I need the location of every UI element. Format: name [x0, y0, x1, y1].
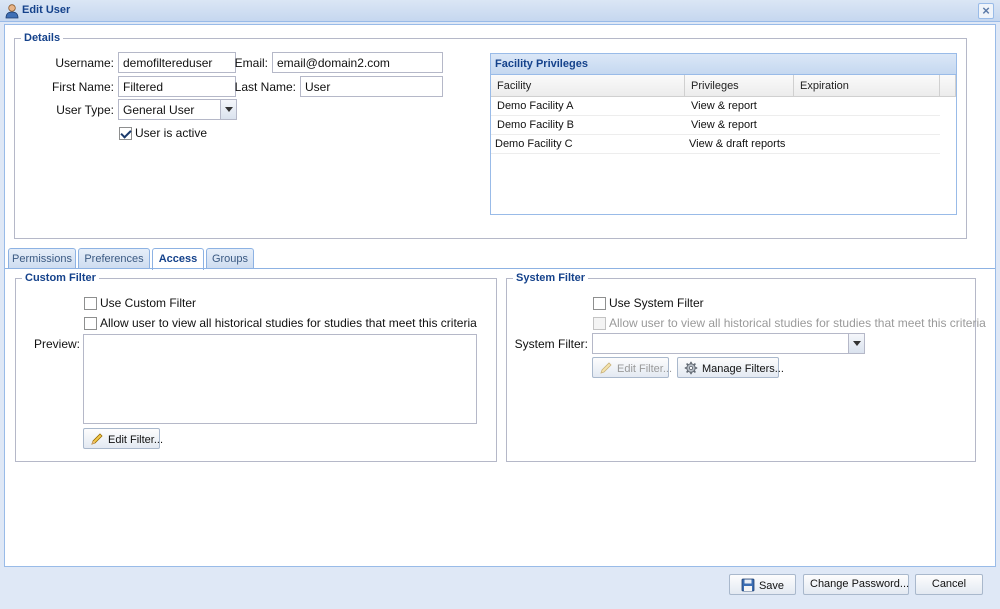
preview-label: Preview:	[33, 337, 80, 351]
system-edit-filter-label: Edit Filter...	[617, 363, 673, 375]
tab-strip-divider	[5, 268, 995, 269]
system-filter-legend: System Filter	[516, 272, 586, 284]
use-system-filter-label: Use System Filter	[609, 296, 704, 310]
privileges-cell: View & report	[691, 119, 757, 131]
privileges-cell: View & report	[691, 100, 757, 112]
use-custom-filter-label: Use Custom Filter	[100, 296, 197, 310]
email-label: Email:	[234, 56, 268, 70]
user-icon	[5, 4, 19, 19]
username-label: Username:	[55, 56, 114, 70]
facility-privileges-title: Facility Privileges	[491, 54, 956, 75]
save-button[interactable]: Save	[729, 574, 796, 595]
cancel-button[interactable]: Cancel	[915, 574, 983, 595]
close-icon[interactable]: ×	[978, 3, 994, 19]
email-input[interactable]	[272, 52, 443, 73]
privileges-cell: View & draft reports	[689, 138, 786, 150]
window-title-bar: Edit User ×	[0, 0, 1000, 22]
system-historical-label: Allow user to view all historical studie…	[609, 316, 986, 330]
last-name-label: Last Name:	[234, 80, 296, 94]
custom-historical-label: Allow user to view all historical studie…	[100, 316, 477, 330]
details-legend: Details	[24, 32, 61, 44]
table-row[interactable]: Demo Facility B View & report	[491, 116, 940, 135]
column-header-spacer	[940, 75, 956, 97]
first-name-label: First Name:	[51, 80, 114, 94]
tab-preferences[interactable]: Preferences	[78, 248, 150, 269]
custom-edit-filter-button[interactable]: Edit Filter...	[83, 428, 164, 449]
user-type-label: User Type:	[56, 103, 114, 117]
save-label: Save	[758, 580, 785, 592]
facility-cell: Demo Facility C	[495, 138, 573, 150]
custom-filter-legend: Custom Filter	[25, 272, 96, 284]
column-header-facility[interactable]: Facility	[491, 75, 685, 97]
use-custom-filter-checkbox[interactable]	[84, 297, 97, 310]
username-input[interactable]	[118, 52, 236, 73]
window-title: Edit User	[22, 4, 71, 16]
system-filter-label: System Filter:	[514, 337, 588, 351]
tab-groups[interactable]: Groups	[206, 248, 254, 269]
chevron-down-icon[interactable]	[220, 100, 236, 119]
column-header-expiration[interactable]: Expiration	[794, 75, 940, 97]
use-system-filter-checkbox[interactable]	[593, 297, 606, 310]
tab-access[interactable]: Access	[152, 248, 204, 270]
pencil-icon	[91, 433, 103, 445]
custom-edit-filter-label: Edit Filter...	[108, 434, 164, 446]
system-historical-checkbox	[593, 317, 606, 330]
first-name-input[interactable]	[118, 76, 236, 97]
preview-textarea[interactable]	[83, 334, 477, 424]
facility-privileges-grid: Facility Privileges Facility Privileges …	[490, 53, 957, 215]
gear-icon	[684, 361, 698, 375]
change-password-button[interactable]: Change Password...	[803, 574, 909, 595]
column-header-privileges[interactable]: Privileges	[685, 75, 794, 97]
table-row[interactable]: Demo Facility A View & report	[491, 97, 940, 116]
system-edit-filter-button: Edit Filter...	[592, 357, 673, 378]
table-row[interactable]: Demo Facility C View & draft reports	[491, 135, 940, 154]
user-type-select[interactable]: General User	[118, 99, 237, 120]
user-active-checkbox[interactable]	[119, 127, 132, 140]
floppy-disk-icon	[741, 578, 755, 592]
user-active-label: User is active	[135, 126, 208, 140]
facility-cell: Demo Facility B	[497, 119, 575, 131]
facility-cell: Demo Facility A	[497, 100, 574, 112]
chevron-down-icon[interactable]	[848, 334, 864, 353]
tab-permissions[interactable]: Permissions	[8, 248, 76, 269]
manage-filters-button[interactable]: Manage Filters...	[677, 357, 784, 378]
system-filter-select[interactable]	[592, 333, 865, 354]
last-name-input[interactable]	[300, 76, 443, 97]
pencil-icon	[600, 362, 612, 374]
custom-historical-checkbox[interactable]	[84, 317, 97, 330]
manage-filters-label: Manage Filters...	[702, 363, 784, 375]
user-type-value: General User	[123, 103, 195, 117]
